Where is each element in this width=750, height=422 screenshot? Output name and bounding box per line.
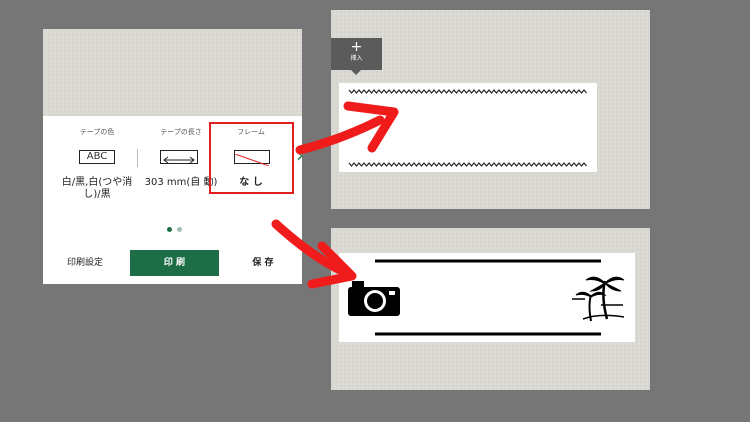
arrow-top — [295, 101, 399, 155]
annotation-arrows — [271, 101, 399, 289]
arrow-bottom — [271, 219, 357, 289]
